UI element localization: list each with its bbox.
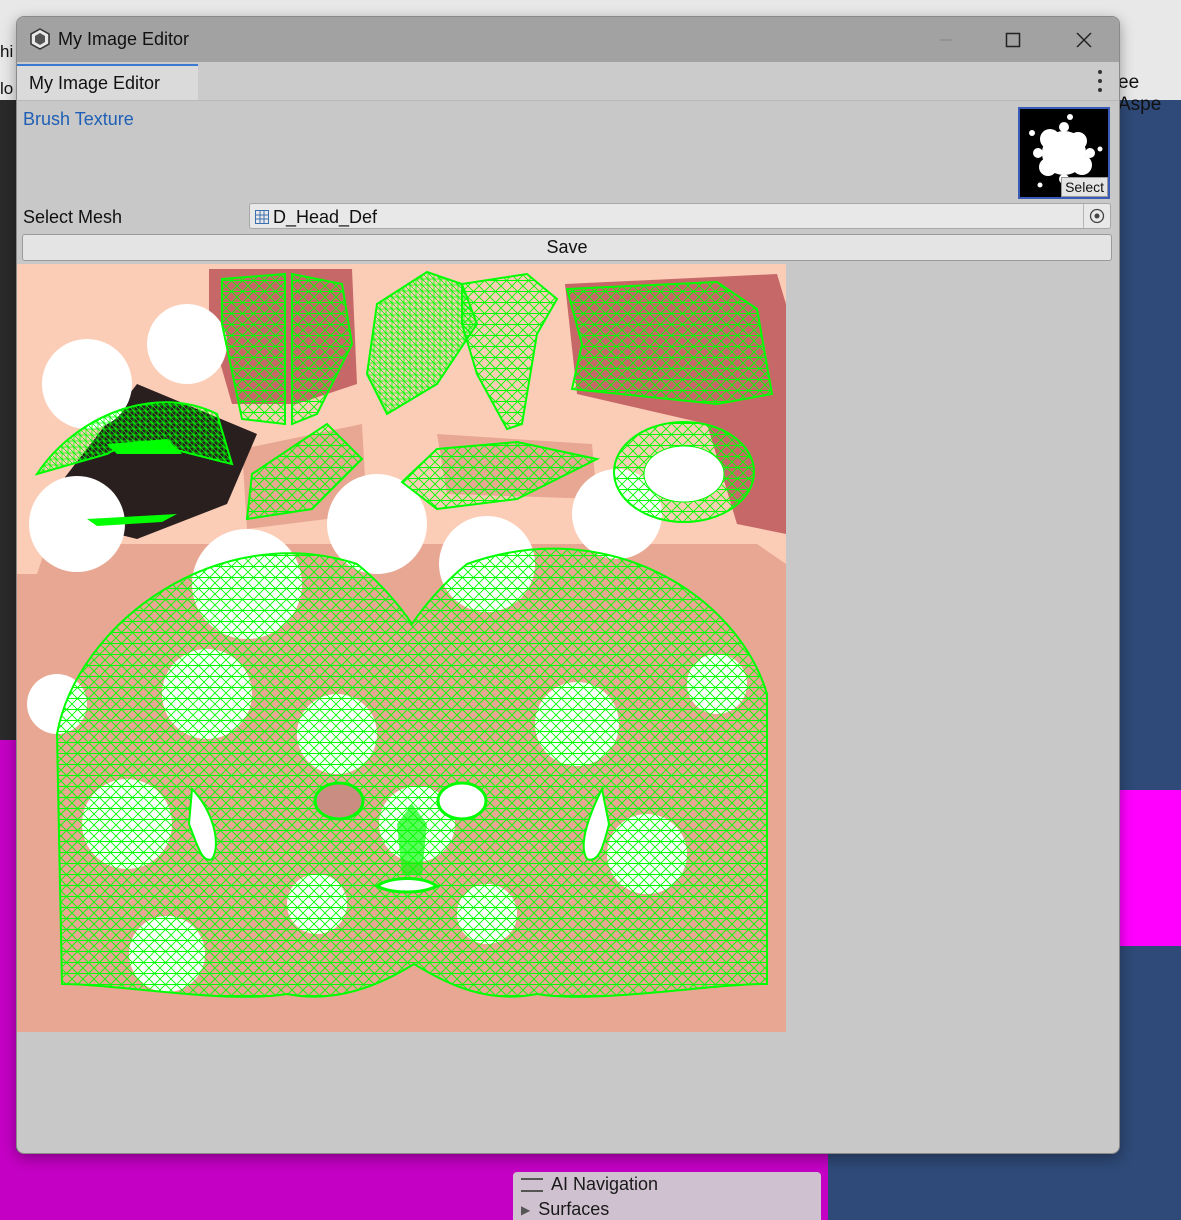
background-magenta-right (1118, 790, 1181, 946)
mesh-icon (255, 210, 269, 224)
background-left-text-2: lo (0, 79, 14, 98)
maximize-button[interactable] (978, 17, 1048, 62)
thumb-select-button[interactable]: Select (1061, 177, 1108, 197)
window-title: My Image Editor (58, 29, 190, 49)
editor-content: Brush Texture Select Select Mesh D_Head_… (17, 101, 1119, 1151)
hamburger-icon (521, 1177, 543, 1192)
save-button[interactable]: Save (22, 234, 1112, 261)
uv-wireframe-preview (17, 269, 786, 1032)
background-magenta-left (0, 740, 16, 1220)
mesh-field-value: D_Head_Def (273, 207, 378, 227)
minimize-button[interactable] (911, 17, 981, 62)
minimize-icon (940, 38, 952, 41)
maximize-icon (1005, 32, 1021, 47)
image-editor-window: My Image Editor My Image Editor Brush Te… (16, 16, 1120, 1154)
object-picker-icon (1089, 208, 1105, 224)
nav-item-surfaces[interactable]: ▶ Surfaces (521, 1199, 609, 1220)
expand-arrow-icon[interactable]: ▶ (521, 1203, 530, 1217)
nav-item-label: Surfaces (538, 1199, 610, 1219)
uv-texture-canvas[interactable] (17, 264, 786, 1032)
ai-navigation-panel: AI Navigation ▶ Surfaces (513, 1172, 821, 1220)
close-icon (1076, 31, 1092, 48)
brush-texture-label: Brush Texture (23, 109, 134, 129)
nav-item-label: AI Navigation (551, 1174, 659, 1194)
title-bar[interactable]: My Image Editor (17, 17, 1119, 62)
object-picker-button[interactable] (1083, 204, 1110, 228)
close-button[interactable] (1049, 17, 1119, 62)
mesh-object-field[interactable]: D_Head_Def (249, 203, 1111, 229)
background-left-text-1: hi (0, 42, 14, 61)
background-scene-right (1118, 100, 1181, 1220)
tab-bar: My Image Editor (17, 62, 1119, 101)
tab-my-image-editor[interactable]: My Image Editor (17, 64, 198, 100)
background-right-text: ee Aspe (1118, 72, 1162, 115)
more-options-icon[interactable] (1093, 70, 1107, 92)
unity-icon (30, 28, 50, 50)
nav-item-ai-navigation[interactable]: AI Navigation (521, 1174, 658, 1195)
brush-texture-field[interactable]: Select (1018, 107, 1110, 199)
select-mesh-label: Select Mesh (23, 207, 123, 227)
